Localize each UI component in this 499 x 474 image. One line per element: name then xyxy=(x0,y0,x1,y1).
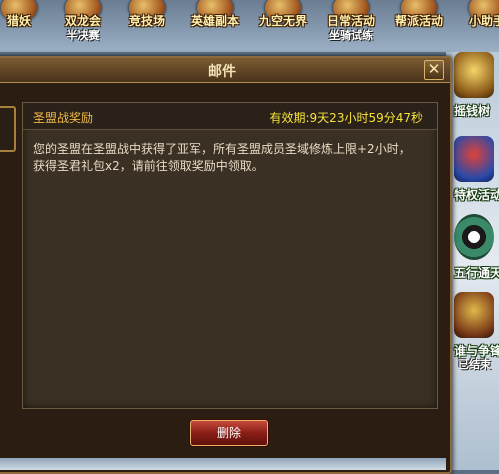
lion-mask-icon xyxy=(454,292,494,338)
mail-header: 圣盟战奖励 有效期:9天23小时59分47秒 xyxy=(23,103,437,130)
flag-icon xyxy=(454,136,494,182)
close-button[interactable]: ✕ xyxy=(424,60,444,80)
top-icon-guild-activity[interactable]: 帮派活动 xyxy=(390,0,448,50)
right-icon-label: 特权活动 xyxy=(454,188,499,202)
mail-list-tab[interactable] xyxy=(0,106,16,152)
top-icon-sublabel: 坐骑试练 xyxy=(329,29,373,42)
bottom-scene-strip xyxy=(0,458,446,470)
top-icon-label: 帮派活动 xyxy=(394,14,443,28)
mail-subject: 圣盟战奖励 xyxy=(33,111,94,125)
top-icon-dragon-duel[interactable]: 双龙会 半决赛 xyxy=(54,0,112,50)
top-icon-helper[interactable]: 小助手 xyxy=(458,0,499,50)
top-icon-label: 英雄副本 xyxy=(190,14,239,28)
mail-body: 您的圣盟在圣盟战中获得了亚军，所有圣盟成员圣域修炼上限+2小时，获得圣君礼包x2… xyxy=(33,142,411,173)
yin-yang-icon xyxy=(454,214,494,260)
mail-titlebar: 邮件 ✕ xyxy=(0,58,450,83)
top-icon-hero-dungeon[interactable]: 英雄副本 xyxy=(186,0,244,50)
top-icon-daily-activity[interactable]: 日常活动 坐骑试练 xyxy=(322,0,380,50)
mail-window: 邮件 ✕ 圣盟战奖励 有效期:9天23小时59分47秒 您的圣盟在圣盟战中获得了… xyxy=(0,56,452,474)
top-icon-arena[interactable]: 竞技场 xyxy=(118,0,176,50)
top-icon-label: 小助手 xyxy=(468,14,499,28)
top-icon-hunt[interactable]: 猎妖 xyxy=(0,0,48,50)
right-icon-five-elements[interactable]: 五行通天 xyxy=(446,214,499,286)
right-icon-sublabel: 已结束 xyxy=(458,358,491,371)
right-icon-label: 五行通天 xyxy=(454,266,499,280)
right-icon-money-tree[interactable]: 摇钱树 xyxy=(446,52,499,124)
mail-content-panel: 圣盟战奖励 有效期:9天23小时59分47秒 您的圣盟在圣盟战中获得了亚军，所有… xyxy=(22,102,438,409)
activity-top-bar: 猎妖 双龙会 半决赛 竞技场 英雄副本 九空无界 日常活动 坐骑试练 帮派活动 … xyxy=(0,0,499,52)
top-icon-label: 竞技场 xyxy=(128,14,165,28)
top-icon-sublabel: 半决赛 xyxy=(66,29,100,42)
right-icon-label: 摇钱树 xyxy=(454,104,491,118)
mail-title: 邮件 xyxy=(208,64,236,80)
top-icon-nine-sky[interactable]: 九空无界 xyxy=(254,0,312,50)
money-tree-icon xyxy=(454,52,494,98)
top-icon-label: 猎妖 xyxy=(6,14,31,28)
delete-button[interactable]: 删除 xyxy=(190,420,268,446)
mail-validity: 有效期:9天23小时59分47秒 xyxy=(269,111,424,125)
top-icon-label: 九空无界 xyxy=(258,14,307,28)
right-icon-privilege[interactable]: 特权活动 xyxy=(446,136,499,208)
right-icon-who-contends[interactable]: 谁与争锋 已结束 xyxy=(446,292,499,371)
